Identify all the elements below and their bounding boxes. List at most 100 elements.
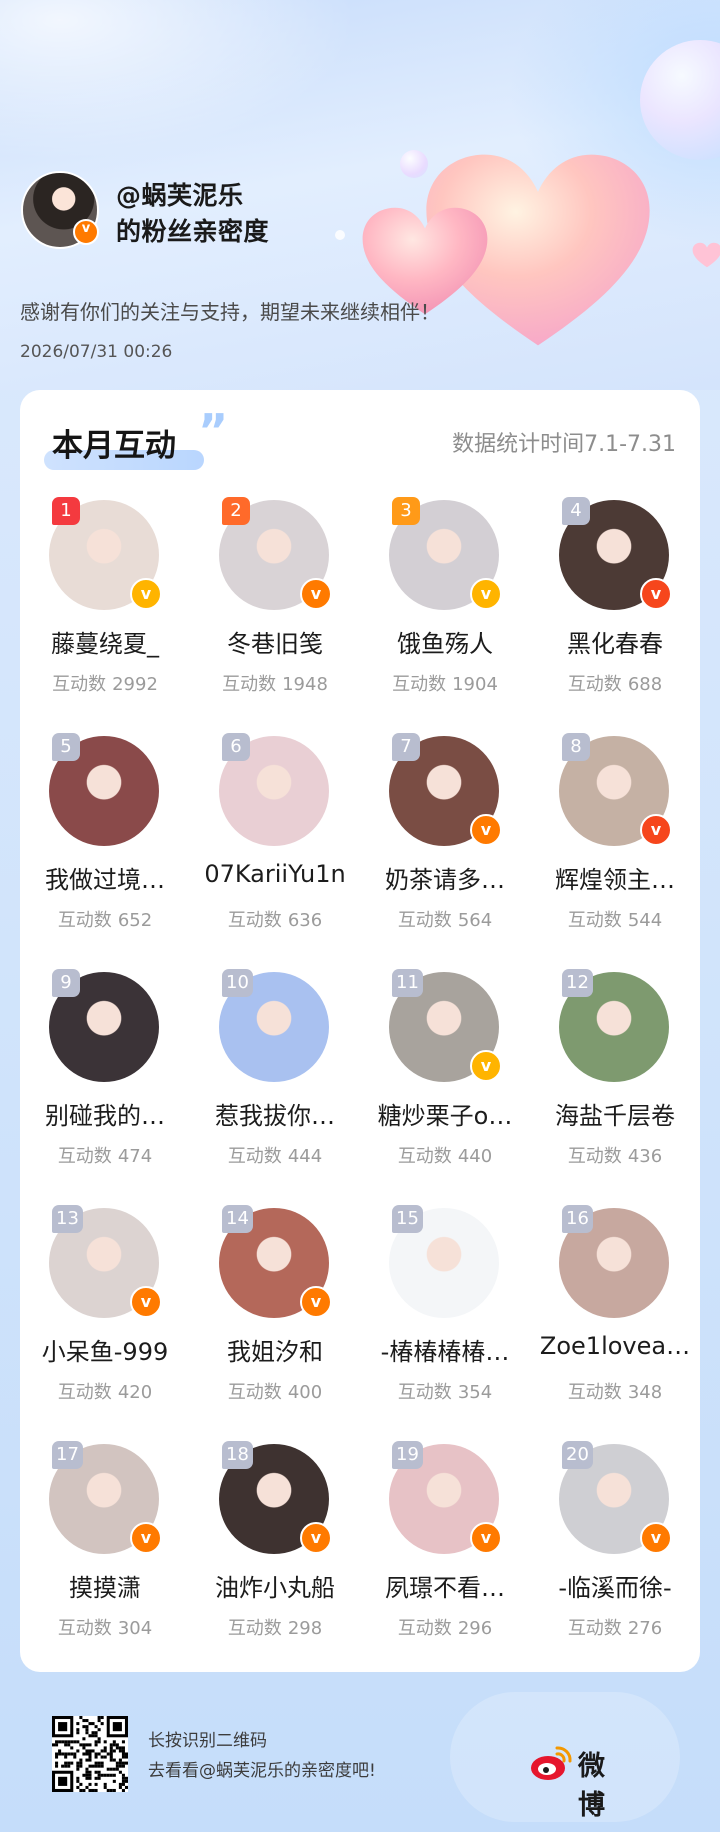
rank-badge: 5	[52, 733, 80, 761]
interaction-count: 互动数 440	[360, 1142, 530, 1168]
fan-item[interactable]: 17 v 摸摸潇 互动数 304	[20, 1441, 190, 1680]
count-label: 互动数	[397, 1146, 452, 1167]
fan-item[interactable]: 2 v 冬巷旧笺 互动数 1948	[190, 497, 360, 736]
fan-name[interactable]: 海盐千层卷	[530, 1096, 700, 1131]
fan-item[interactable]: 20 v -临溪而徐- 互动数 276	[530, 1441, 700, 1680]
fan-item[interactable]: 3 v 饿鱼殇人 互动数 1904	[360, 497, 530, 736]
interaction-count: 互动数 348	[530, 1378, 700, 1404]
fan-item[interactable]: 18 v 油炸小丸船 互动数 298	[190, 1441, 360, 1680]
count-label: 互动数	[567, 1618, 622, 1639]
verified-badge-icon: v	[300, 1522, 332, 1554]
count-label: 互动数	[397, 1382, 452, 1403]
fan-name[interactable]: 小呆鱼-999	[20, 1332, 190, 1367]
fan-item[interactable]: 10 惹我拔你… 互动数 444	[190, 969, 360, 1208]
fan-item[interactable]: 4 v 黑化春春 互动数 688	[530, 497, 700, 736]
fan-item[interactable]: 11 v 糖炒栗子o… 互动数 440	[360, 969, 530, 1208]
count-value: 400	[287, 1382, 323, 1403]
verified-badge-icon: v	[300, 578, 332, 610]
fan-name[interactable]: 摸摸潇	[20, 1568, 190, 1603]
fan-item[interactable]: 13 v 小呆鱼-999 互动数 420	[20, 1205, 190, 1444]
decorative-bubble	[640, 40, 720, 160]
rank-badge: 9	[52, 969, 80, 997]
fan-name[interactable]: 我做过境…	[20, 860, 190, 895]
fan-item[interactable]: 19 v 夙璟不看… 互动数 296	[360, 1441, 530, 1680]
page-title: 的粉丝亲密度	[116, 217, 270, 246]
footer-hint: 长按识别二维码	[148, 1731, 267, 1751]
fan-item[interactable]: 16 Zoe1lovea… 互动数 348	[530, 1205, 700, 1444]
fan-item[interactable]: 15 -椿椿椿椿… 互动数 354	[360, 1205, 530, 1444]
fan-name[interactable]: 冬巷旧笺	[190, 624, 360, 659]
fan-item[interactable]: 7 v 奶茶请多… 互动数 564	[360, 733, 530, 972]
count-label: 互动数	[57, 1618, 112, 1639]
user-avatar[interactable]: v	[21, 171, 99, 249]
rank-badge: 16	[562, 1205, 593, 1233]
fan-item[interactable]: 6 07KariiYu1n 互动数 636	[190, 733, 360, 972]
fan-name[interactable]: 奶茶请多…	[360, 860, 530, 895]
fan-name[interactable]: 黑化春春	[530, 624, 700, 659]
rank-badge: 10	[222, 969, 253, 997]
fan-name[interactable]: 我姐汐和	[190, 1332, 360, 1367]
count-value: 564	[457, 910, 493, 931]
fan-name[interactable]: 糖炒栗子o…	[360, 1096, 530, 1131]
count-value: 440	[457, 1146, 493, 1167]
fan-name[interactable]: 饿鱼殇人	[360, 624, 530, 659]
rank-badge: 3	[392, 497, 420, 525]
interaction-count: 互动数 652	[20, 906, 190, 932]
verified-badge-icon: v	[640, 1522, 672, 1554]
count-value: 474	[117, 1146, 153, 1167]
count-value: 354	[457, 1382, 493, 1403]
fan-item[interactable]: 12 海盐千层卷互动数 436	[530, 969, 700, 1208]
fan-item[interactable]: 1 v 藤蔓绕夏_ 互动数 2992	[20, 497, 190, 736]
interaction-count: 互动数 400	[190, 1378, 360, 1404]
fan-name[interactable]: Zoe1lovea…	[530, 1332, 700, 1360]
section-title: 本月互动	[52, 428, 176, 464]
count-label: 互动数	[227, 1146, 282, 1167]
interaction-count: 互动数 436	[530, 1142, 700, 1168]
count-label: 互动数	[57, 1146, 112, 1167]
count-value: 1948	[282, 674, 328, 695]
rank-badge: 6	[222, 733, 250, 761]
heart-icon	[692, 242, 720, 268]
count-value: 420	[117, 1382, 153, 1403]
rank-badge: 13	[52, 1205, 83, 1233]
count-label: 互动数	[227, 910, 282, 931]
fan-name[interactable]: 油炸小丸船	[190, 1568, 360, 1603]
fan-name[interactable]: 藤蔓绕夏_	[20, 624, 190, 659]
interaction-count: 互动数 354	[360, 1378, 530, 1404]
interaction-count: 互动数 296	[360, 1614, 530, 1640]
count-value: 688	[627, 674, 663, 695]
fan-name[interactable]: 07KariiYu1n	[190, 860, 360, 888]
count-label: 互动数	[52, 674, 107, 695]
footer-cta: 去看看@蜗芙泥乐的亲密度吧!	[148, 1761, 376, 1781]
fan-name[interactable]: -临溪而徐-	[530, 1568, 700, 1603]
interaction-count: 互动数 2992	[20, 670, 190, 696]
fan-name[interactable]: 惹我拔你…	[190, 1096, 360, 1131]
count-value: 436	[627, 1146, 663, 1167]
count-value: 348	[627, 1382, 663, 1403]
verified-badge-icon: v	[300, 1286, 332, 1318]
rank-badge: 4	[562, 497, 590, 525]
count-value: 276	[627, 1618, 663, 1639]
fan-item[interactable]: 9 别碰我的… 互动数 474	[20, 969, 190, 1208]
fan-item[interactable]: 14 v 我姐汐和互动数 400	[190, 1205, 360, 1444]
user-handle[interactable]: @蜗芙泥乐	[116, 176, 244, 212]
interaction-count: 互动数 444	[190, 1142, 360, 1168]
quote-icon: ”	[198, 404, 229, 458]
qr-code[interactable]	[52, 1716, 128, 1792]
rank-badge: 12	[562, 969, 593, 997]
count-value: 636	[287, 910, 323, 931]
interaction-count: 互动数 276	[530, 1614, 700, 1640]
fan-item[interactable]: 5 我做过境… 互动数 652	[20, 733, 190, 972]
fan-name[interactable]: 夙璟不看…	[360, 1568, 530, 1603]
fan-item[interactable]: 8 v 辉煌领主… 互动数 544	[530, 733, 700, 972]
rank-badge: 18	[222, 1441, 253, 1469]
monthly-interaction-card: 本月互动 ” 数据统计时间7.1-7.31 1 v 藤蔓绕夏_ 互动数 2992 2 v 冬巷…	[20, 390, 700, 1672]
fan-name[interactable]: -椿椿椿椿…	[360, 1332, 530, 1367]
rank-badge: 14	[222, 1205, 253, 1233]
fan-name[interactable]: 辉煌领主…	[530, 860, 700, 895]
count-label: 互动数	[392, 674, 447, 695]
verified-badge-icon: v	[130, 1286, 162, 1318]
count-value: 444	[287, 1146, 323, 1167]
count-label: 互动数	[567, 1146, 622, 1167]
fan-name[interactable]: 别碰我的…	[20, 1096, 190, 1131]
